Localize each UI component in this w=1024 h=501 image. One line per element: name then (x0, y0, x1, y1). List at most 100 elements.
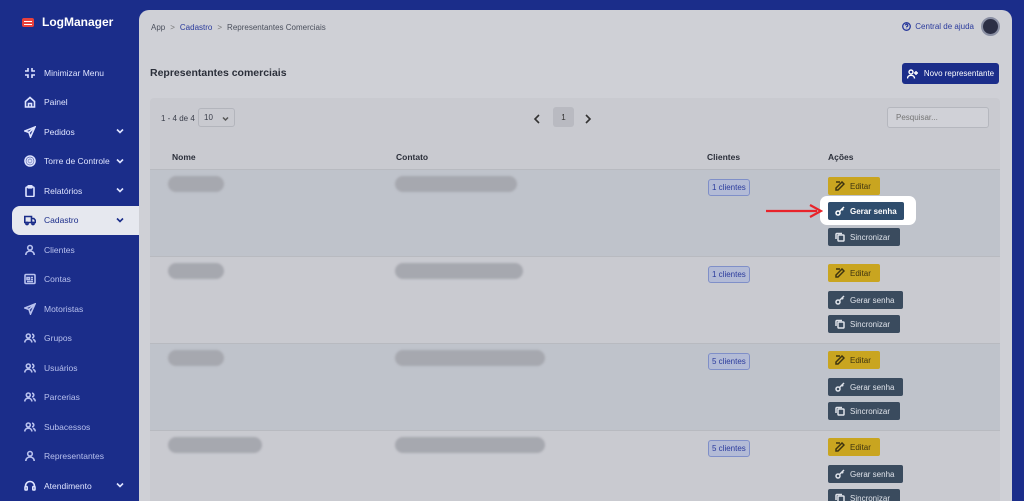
breadcrumb-section[interactable]: Cadastro (180, 23, 212, 32)
next-page-button[interactable] (584, 111, 594, 124)
clients-badge[interactable]: 1 clientes (708, 266, 750, 283)
new-representative-label: Novo representante (923, 69, 995, 78)
edit-label: Editar (850, 181, 871, 191)
sidebar-item-minimize[interactable]: Minimizar Menu (0, 58, 139, 88)
app-name: LogManager (42, 15, 114, 29)
generate-password-button[interactable]: Gerar senha (828, 291, 903, 309)
key-icon (835, 382, 845, 392)
table-header: Nome Contato Clientes Ações (150, 148, 1000, 170)
blurred-contact (395, 263, 523, 279)
sidebar-item-label: Pedidos (44, 126, 75, 137)
generate-password-button[interactable]: Gerar senha (828, 465, 903, 483)
help-icon (902, 22, 912, 31)
generate-password-label: Gerar senha (850, 382, 895, 392)
representatives-table-card: 1 - 4 de 4 10 1 Nome Contato Clientes Aç… (150, 98, 1000, 501)
page-button[interactable]: 1 (553, 107, 574, 127)
copy-icon (835, 493, 845, 501)
avatar[interactable] (981, 17, 1000, 36)
copy-icon (835, 406, 845, 416)
blurred-contact (395, 437, 545, 453)
clients-badge[interactable]: 5 clientes (708, 353, 750, 370)
sync-label: Sincronizar (850, 406, 891, 416)
generate-password-label: Gerar senha (850, 206, 897, 216)
sidebar-item-torre-de-controle[interactable]: Torre de Controle (0, 147, 139, 177)
edit-label: Editar (850, 268, 871, 278)
sidebar-item-relatorios[interactable]: Relatórios (0, 176, 139, 206)
users-icon (24, 421, 36, 433)
sidebar-item-label: Parcerias (44, 392, 80, 403)
prev-page-button[interactable] (533, 111, 543, 124)
sync-button[interactable]: Sincronizar (828, 489, 900, 501)
edit-icon (835, 355, 845, 365)
target-icon (24, 155, 36, 168)
page-title: Representantes comerciais (150, 67, 287, 79)
copy-icon (835, 319, 845, 329)
user-icon (24, 450, 36, 462)
sidebar-item-label: Clientes (44, 244, 75, 255)
edit-button[interactable]: Editar (828, 438, 880, 456)
new-representative-button[interactable]: Novo representante (902, 63, 999, 84)
breadcrumb-root[interactable]: App (151, 23, 165, 32)
table-row: 5 clientes Editar Gerar senha Sincroniza… (150, 343, 1000, 430)
chevron-down-icon (115, 185, 125, 195)
generate-password-button-highlighted[interactable]: Gerar senha (828, 202, 904, 220)
edit-button[interactable]: Editar (828, 177, 880, 195)
edit-button[interactable]: Editar (828, 351, 880, 369)
help-center-link[interactable]: Central de ajuda (902, 22, 974, 31)
sync-label: Sincronizar (850, 493, 891, 501)
user-plus-icon (906, 68, 918, 79)
key-icon (835, 206, 845, 216)
sidebar-item-motoristas[interactable]: Motoristas (0, 294, 139, 324)
chevron-right-icon (585, 114, 592, 124)
generate-password-label: Gerar senha (850, 295, 895, 305)
sync-button[interactable]: Sincronizar (828, 402, 900, 420)
search-input[interactable] (887, 107, 989, 128)
blurred-contact (395, 176, 517, 192)
sidebar-item-usuarios[interactable]: Usuários (0, 353, 139, 383)
per-page-select[interactable]: 10 (198, 108, 235, 127)
sidebar-item-representantes[interactable]: Representantes (0, 442, 139, 472)
sidebar-item-clientes[interactable]: Clientes (0, 235, 139, 265)
generate-password-button[interactable]: Gerar senha (828, 378, 903, 396)
send-icon (24, 302, 36, 315)
key-icon (835, 469, 845, 479)
sidebar-item-subacessos[interactable]: Subacessos (0, 412, 139, 442)
copy-icon (835, 232, 845, 242)
per-page-value: 10 (204, 113, 213, 122)
sidebar-item-label: Grupos (44, 333, 72, 344)
sidebar-item-label: Usuários (44, 362, 78, 373)
generate-password-label: Gerar senha (850, 469, 895, 479)
sync-button[interactable]: Sincronizar (828, 228, 900, 246)
sidebar-item-cadastro[interactable]: Cadastro (12, 205, 139, 235)
table-row: 1 clientes Editar Gerar senha Sincroniza… (150, 256, 1000, 343)
sidebar-item-grupos[interactable]: Grupos (0, 324, 139, 354)
sync-label: Sincronizar (850, 319, 891, 329)
truck-icon (24, 214, 36, 226)
send-icon (24, 125, 36, 138)
sidebar-item-pedidos[interactable]: Pedidos (0, 117, 139, 147)
main-panel: App > Cadastro > Representantes Comercia… (139, 10, 1012, 501)
breadcrumb-current: Representantes Comerciais (227, 22, 326, 32)
chevron-down-icon (222, 116, 229, 122)
sidebar-item-painel[interactable]: Painel (0, 88, 139, 118)
column-header-contact: Contato (396, 152, 429, 162)
clients-badge[interactable]: 5 clientes (708, 440, 750, 457)
app-logo[interactable]: LogManager (22, 15, 113, 29)
help-center-label: Central de ajuda (915, 22, 974, 31)
sidebar-item-label: Motoristas (44, 303, 84, 314)
sidebar-nav: Minimizar Menu Painel Pedidos Torre de C… (0, 58, 139, 501)
edit-label: Editar (850, 355, 871, 365)
clients-badge[interactable]: 1 clientes (708, 179, 750, 196)
sync-button[interactable]: Sincronizar (828, 315, 900, 333)
sidebar-item-parcerias[interactable]: Parcerias (0, 383, 139, 413)
chevron-down-icon (115, 215, 125, 225)
sidebar-item-atendimento[interactable]: Atendimento (0, 471, 139, 501)
edit-button[interactable]: Editar (828, 264, 880, 282)
annotation-arrow-icon (766, 204, 823, 218)
record-count: 1 - 4 de 4 (161, 114, 195, 123)
home-icon (24, 96, 36, 109)
chevron-down-icon (115, 126, 125, 136)
sidebar-item-label: Cadastro (44, 215, 79, 226)
chevron-down-icon (115, 480, 125, 490)
sidebar-item-contas[interactable]: Contas (0, 265, 139, 295)
